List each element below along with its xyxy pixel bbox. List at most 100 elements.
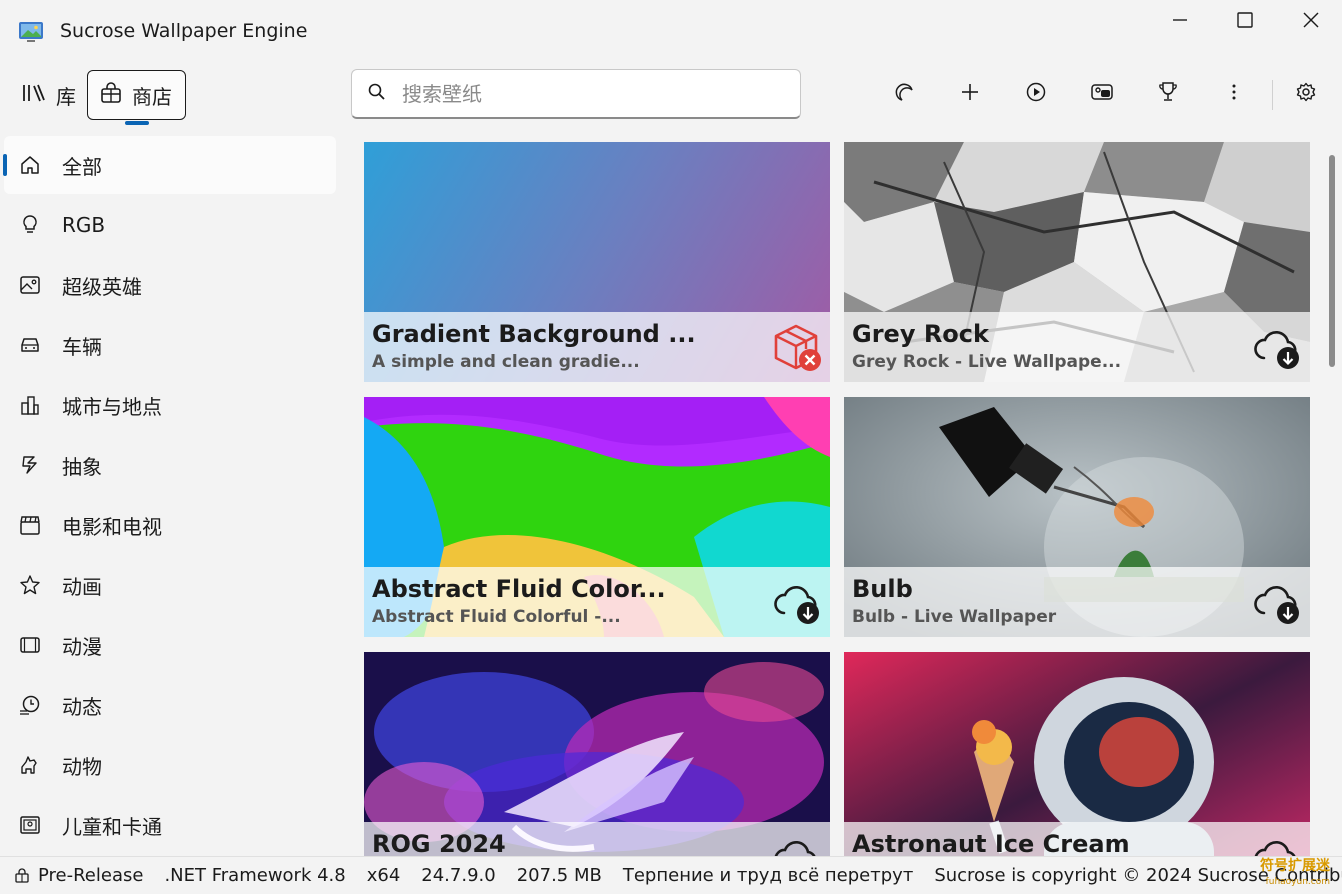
image-icon (18, 273, 42, 297)
cloud-download-icon[interactable] (1252, 577, 1304, 629)
card-title: Grey Rock (852, 320, 989, 348)
card-footer: Abstract Fluid Color... Abstract Fluid C… (364, 567, 830, 637)
sidebar-item-label: RGB (62, 213, 106, 237)
active-tab-indicator (125, 121, 149, 125)
sidebar-item-rgb[interactable]: RGB (4, 196, 336, 254)
wallpaper-card-gradient[interactable]: Gradient Background ... A simple and cle… (364, 142, 830, 382)
more-vertical-icon (1231, 83, 1237, 105)
sidebar-item-label: 电影和电视 (62, 514, 162, 539)
sidebar-item-label: 城市与地点 (62, 394, 162, 419)
sidebar-item-label: 超级英雄 (62, 274, 142, 299)
store-icon (100, 81, 122, 109)
app-logo-icon (18, 20, 44, 44)
sidebar-item-vehicles[interactable]: 车辆 (4, 316, 336, 374)
more-options-button[interactable] (1214, 76, 1254, 112)
wallpaper-card-bulb[interactable]: Bulb Bulb - Live Wallpaper (844, 397, 1310, 637)
package-error-icon[interactable] (772, 322, 824, 374)
theme-toggle-button[interactable] (884, 76, 924, 112)
status-motto: Терпение и труд всё перетрут (622, 865, 914, 886)
watermark-url: fuhaoyun.com (1265, 877, 1330, 887)
sidebar-item-label: 车辆 (62, 334, 102, 359)
moon-icon (894, 82, 914, 106)
abstract-icon (18, 453, 42, 477)
maximize-button[interactable] (1215, 0, 1275, 40)
card-footer: Astronaut Ice Cream (844, 822, 1310, 856)
cloud-download-icon[interactable] (772, 832, 824, 856)
star-icon (18, 573, 42, 597)
city-icon (18, 393, 42, 417)
card-subtitle: A simple and clean gradie... (372, 352, 640, 372)
wallpaper-card-grey-rock[interactable]: Grey Rock Grey Rock - Live Wallpape... (844, 142, 1310, 382)
wallpaper-grid: Gradient Background ... A simple and cle… (364, 142, 1312, 856)
search-box[interactable] (351, 69, 801, 119)
tab-store-label: 商店 (132, 84, 172, 109)
sidebar-item-label: 儿童和卡通 (62, 814, 162, 839)
sidebar-item-dynamic[interactable]: 动态 (4, 676, 336, 734)
add-wallpaper-button[interactable] (950, 76, 990, 112)
search-input[interactable] (402, 81, 762, 106)
card-subtitle: Grey Rock - Live Wallpape... (852, 352, 1122, 372)
sidebar-item-label: 抽象 (62, 454, 102, 479)
tab-store[interactable]: 商店 (87, 70, 186, 120)
settings-button[interactable] (1286, 76, 1326, 112)
card-subtitle: Abstract Fluid Colorful -... (372, 607, 621, 627)
card-title: Abstract Fluid Color... (372, 575, 666, 603)
photo-frame-icon (18, 813, 42, 837)
sidebar-item-label: 动态 (62, 694, 102, 719)
tab-library[interactable]: 库 (10, 70, 88, 120)
sidebar-item-animals[interactable]: 动物 (4, 736, 336, 794)
sidebar-item-label: 动漫 (62, 634, 102, 659)
minimize-button[interactable] (1150, 0, 1210, 40)
sidebar-item-anime[interactable]: 动漫 (4, 616, 336, 674)
display-button[interactable] (1082, 76, 1122, 112)
card-footer: Gradient Background ... A simple and cle… (364, 312, 830, 382)
play-circle-icon (1026, 82, 1046, 106)
status-bar: Pre-Release .NET Framework 4.8 x64 24.7.… (0, 856, 1342, 894)
car-icon (18, 333, 42, 357)
sidebar-item-animation[interactable]: 动画 (4, 556, 336, 614)
trophy-icon (1158, 81, 1178, 107)
display-toggle-icon (1091, 83, 1113, 105)
sidebar-item-abstract[interactable]: 抽象 (4, 436, 336, 494)
card-subtitle: Bulb - Live Wallpaper (852, 607, 1057, 627)
cloud-download-icon[interactable] (772, 577, 824, 629)
status-version: 24.7.9.0 (421, 865, 496, 886)
close-window-button[interactable] (1281, 0, 1341, 40)
card-title: Gradient Background ... (372, 320, 696, 348)
card-footer: Bulb Bulb - Live Wallpaper (844, 567, 1310, 637)
card-footer: ROG 2024 (364, 822, 830, 856)
library-icon (22, 83, 46, 108)
title-bar: Sucrose Wallpaper Engine (0, 0, 1342, 64)
cloud-download-icon[interactable] (1252, 322, 1304, 374)
status-arch: x64 (366, 865, 401, 886)
sidebar-item-label: 动物 (62, 754, 102, 779)
sidebar-item-all[interactable]: 全部 (3, 136, 336, 194)
sidebar-item-label: 动画 (62, 574, 102, 599)
achievements-button[interactable] (1148, 76, 1188, 112)
sidebar-item-movies-tv[interactable]: 电影和电视 (4, 496, 336, 554)
watermark: 符号扩展迷 fuhaoyun.com (1260, 858, 1330, 890)
card-title: ROG 2024 (372, 830, 506, 856)
sidebar-item-superheroes[interactable]: 超级英雄 (4, 256, 336, 314)
wallpaper-card-abstract-fluid[interactable]: Abstract Fluid Color... Abstract Fluid C… (364, 397, 830, 637)
watermark-title: 符号扩展迷 (1260, 858, 1330, 874)
category-sidebar: 全部 RGB 超级英雄 车辆 城市与地点 抽象 电影和电视 动画 动漫 动态 动… (0, 136, 340, 856)
wallpaper-card-rog-2024[interactable]: ROG 2024 (364, 652, 830, 856)
cloud-download-icon[interactable] (1252, 832, 1304, 856)
play-button[interactable] (1016, 76, 1056, 112)
wallpaper-card-astronaut-ice-cream[interactable]: Astronaut Ice Cream (844, 652, 1310, 856)
clock-activity-icon (18, 693, 42, 717)
channel-icon (14, 867, 30, 884)
tab-library-label: 库 (56, 84, 76, 109)
status-memory: 207.5 MB (516, 865, 602, 886)
toolbar-divider (1272, 80, 1273, 110)
sidebar-item-label: 全部 (62, 154, 102, 179)
lightbulb-icon (18, 213, 42, 237)
plus-icon (961, 83, 979, 105)
card-title: Astronaut Ice Cream (852, 830, 1130, 856)
status-framework: .NET Framework 4.8 (164, 865, 346, 886)
app-title: Sucrose Wallpaper Engine (60, 20, 308, 42)
sidebar-item-kids-cartoons[interactable]: 儿童和卡通 (4, 796, 336, 854)
sidebar-item-cities[interactable]: 城市与地点 (4, 376, 336, 434)
grid-scrollbar[interactable] (1329, 155, 1335, 367)
